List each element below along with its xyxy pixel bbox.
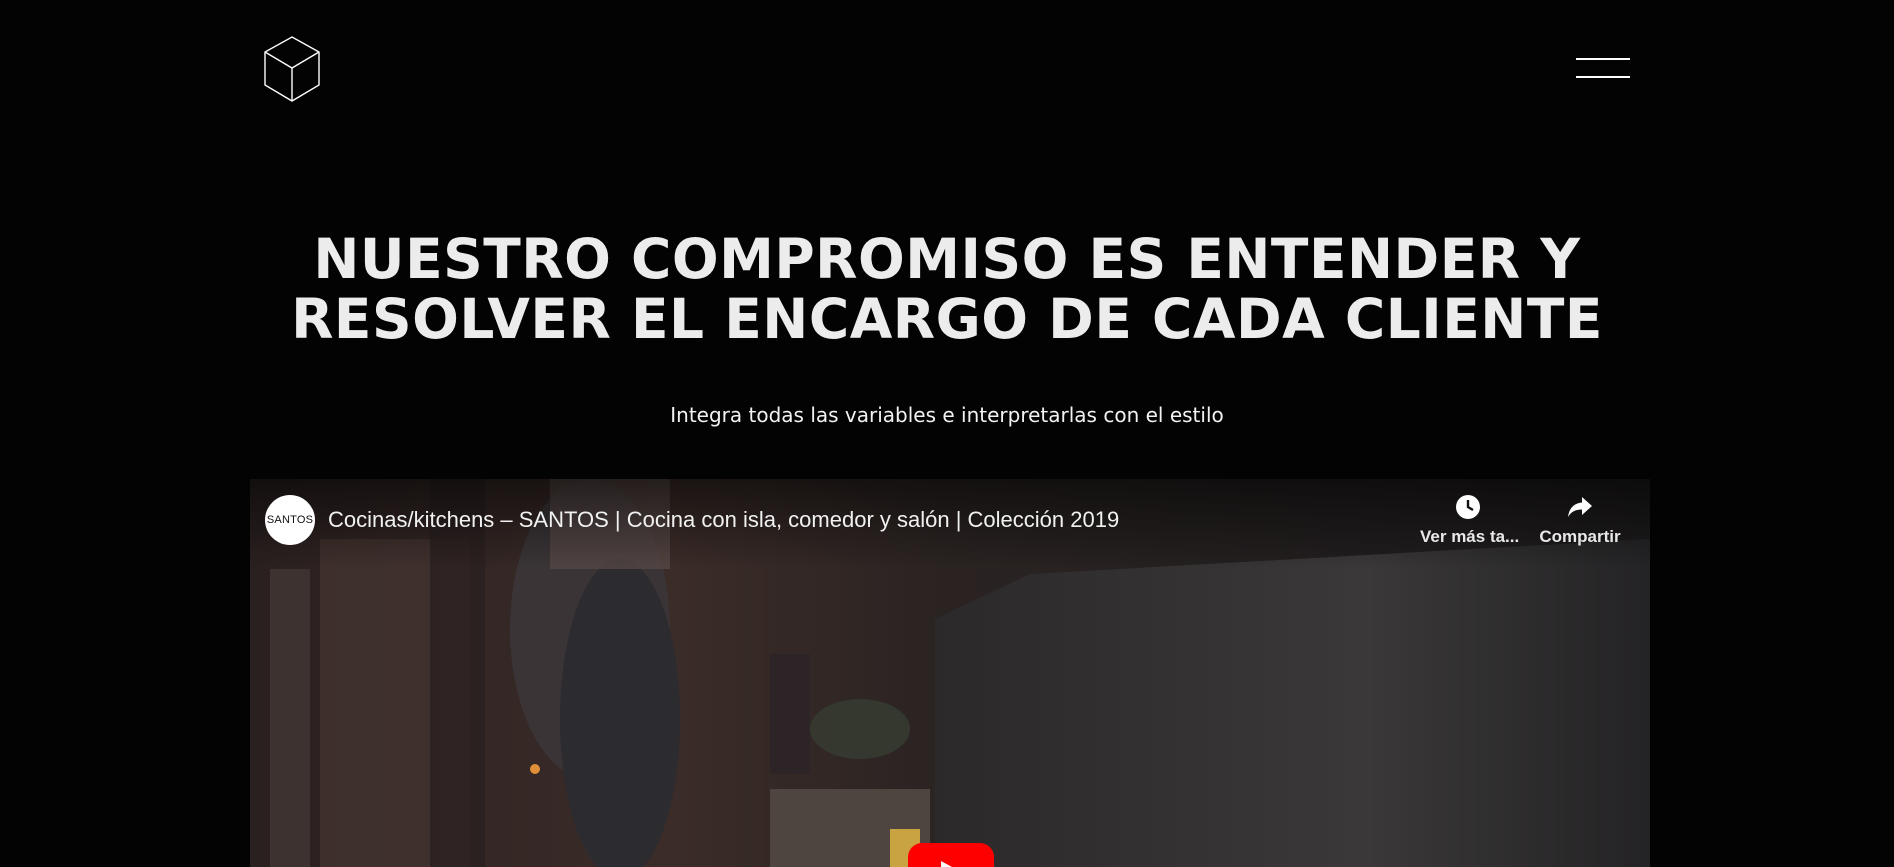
headline-line-1: NUESTRO COMPROMISO ES ENTENDER Y bbox=[313, 227, 1581, 291]
watch-later-button[interactable]: Ver más ta... bbox=[1420, 493, 1520, 547]
youtube-video-embed[interactable]: SANTOS Cocinas/kitchens – SANTOS | Cocin… bbox=[250, 479, 1650, 867]
page-title: NUESTRO COMPROMISO ES ENTENDER Y RESOLVE… bbox=[0, 229, 1894, 349]
menu-line bbox=[1576, 58, 1630, 60]
video-title[interactable]: Cocinas/kitchens – SANTOS | Cocina con i… bbox=[328, 507, 1119, 533]
watch-later-label: Ver más ta... bbox=[1420, 527, 1520, 546]
share-label: Compartir bbox=[1539, 527, 1621, 546]
hamburger-menu-icon[interactable] bbox=[1576, 56, 1630, 82]
page-subtitle: Integra todas las variables e interpreta… bbox=[670, 403, 1224, 427]
channel-avatar[interactable]: SANTOS bbox=[265, 495, 315, 545]
cube-logo-icon[interactable] bbox=[262, 35, 322, 103]
page: NUESTRO COMPROMISO ES ENTENDER Y RESOLVE… bbox=[0, 0, 1894, 867]
headline-line-2: RESOLVER EL ENCARGO DE CADA CLIENTE bbox=[291, 287, 1603, 351]
play-triangle bbox=[941, 861, 963, 867]
clock-icon bbox=[1456, 495, 1480, 519]
menu-line bbox=[1576, 76, 1630, 78]
share-arrow-icon bbox=[1568, 497, 1592, 517]
youtube-play-icon[interactable] bbox=[908, 843, 994, 867]
share-button[interactable]: Compartir bbox=[1532, 493, 1628, 547]
